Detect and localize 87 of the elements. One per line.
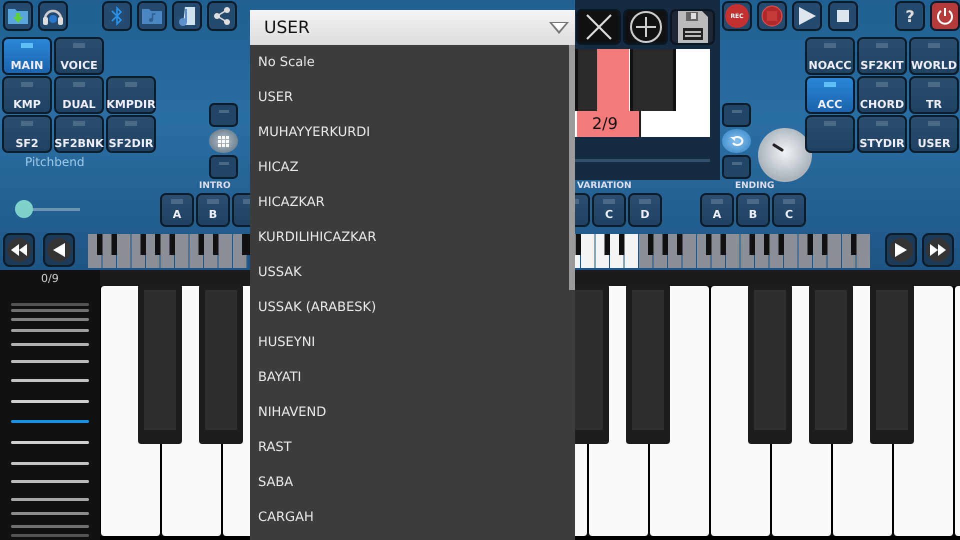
play-icon xyxy=(797,6,817,26)
back-button[interactable] xyxy=(43,233,75,267)
power-icon xyxy=(936,7,954,25)
bank-button[interactable]: MAIN xyxy=(2,37,52,75)
intro-button[interactable]: B xyxy=(196,193,230,227)
music-note-icon xyxy=(177,5,197,27)
dropdown-option[interactable]: MUHAYYERKURDI xyxy=(250,115,568,150)
ending-button[interactable]: B xyxy=(736,193,770,227)
dropdown-option[interactable]: KURDILIHICAZKAR xyxy=(250,220,568,255)
style-button[interactable]: WORLD xyxy=(909,37,959,75)
record-icon xyxy=(761,5,783,27)
share-button[interactable] xyxy=(207,1,237,31)
fast-forward-icon xyxy=(930,244,946,256)
style-button[interactable]: ACC xyxy=(805,76,855,114)
dropdown-option[interactable]: USER xyxy=(250,80,568,115)
audio-button[interactable] xyxy=(38,1,68,31)
intro-button[interactable]: A xyxy=(160,193,194,227)
rewind-icon xyxy=(11,244,27,256)
rewind-button[interactable] xyxy=(3,233,35,267)
minus-button[interactable] xyxy=(722,155,751,179)
ending-button[interactable]: C xyxy=(772,193,806,227)
chord-label: 2/9 xyxy=(592,114,618,133)
style-button[interactable]: STYDIR xyxy=(857,115,907,153)
plus-button[interactable] xyxy=(722,103,751,127)
bank-button[interactable]: SF2 xyxy=(2,115,52,153)
bank-button[interactable]: SF2BNK xyxy=(54,115,104,153)
bank-button[interactable]: SF2DIR xyxy=(106,115,156,153)
scale-dropdown[interactable]: USER xyxy=(250,10,575,45)
dropdown-option[interactable]: BAYATI xyxy=(250,360,568,395)
dropdown-caret-icon xyxy=(549,22,569,34)
music-file-button[interactable] xyxy=(172,1,202,31)
play-button[interactable] xyxy=(792,1,822,31)
dropdown-option[interactable]: No Scale xyxy=(250,45,568,80)
grid-icon xyxy=(218,136,229,146)
style-button[interactable]: SF2KIT xyxy=(857,37,907,75)
dropdown-value: USER xyxy=(264,18,310,38)
save-button[interactable] xyxy=(670,9,715,45)
add-icon xyxy=(628,10,662,44)
dropdown-option[interactable]: USSAK xyxy=(250,255,568,290)
close-icon xyxy=(584,12,614,42)
stop-icon xyxy=(837,10,849,22)
left-arrow-icon xyxy=(53,243,65,257)
section-label: INTRO xyxy=(199,181,231,191)
style-button[interactable]: TR xyxy=(909,76,959,114)
dropdown-option[interactable]: HUSEYNI xyxy=(250,325,568,360)
dropdown-option[interactable]: RAST xyxy=(250,430,568,465)
fast-forward-button[interactable] xyxy=(922,233,954,267)
volume-knob[interactable] xyxy=(757,127,813,183)
folder-download-icon xyxy=(7,6,29,26)
style-button[interactable]: USER xyxy=(909,115,959,153)
bank-button[interactable]: KMP xyxy=(2,76,52,114)
add-button[interactable] xyxy=(623,9,668,45)
bank-button[interactable]: DUAL xyxy=(54,76,104,114)
style-button[interactable]: CHORD xyxy=(857,76,907,114)
import-button[interactable] xyxy=(3,1,33,31)
save-icon xyxy=(676,10,708,44)
octave-label: 0/9 xyxy=(41,272,59,285)
dropdown-option[interactable]: SABA xyxy=(250,465,568,500)
pitchbend-label: Pitchbend xyxy=(25,155,84,169)
section-label: ENDING xyxy=(735,181,774,191)
section-label: VARIATION xyxy=(577,181,632,191)
record-stop-button[interactable] xyxy=(757,1,787,31)
style-button[interactable]: NOACC xyxy=(805,37,855,75)
bank-button[interactable]: KMPDIR xyxy=(106,76,156,114)
close-button[interactable] xyxy=(576,9,621,45)
forward-button[interactable] xyxy=(885,233,917,267)
dropdown-option[interactable]: CARGAH xyxy=(250,500,568,535)
bluetooth-icon xyxy=(111,6,123,26)
bluetooth-button[interactable] xyxy=(102,1,132,31)
variation-button[interactable]: D xyxy=(628,193,662,227)
reload-icon xyxy=(730,135,744,147)
music-folder-button[interactable] xyxy=(137,1,167,31)
up-button[interactable] xyxy=(209,103,238,127)
dropdown-option[interactable]: HICAZ xyxy=(250,150,568,185)
down-button[interactable] xyxy=(209,155,238,179)
stop-button[interactable] xyxy=(828,1,858,31)
dropdown-option[interactable]: USSAK (ARABESK) xyxy=(250,290,568,325)
bank-button[interactable]: VOICE xyxy=(54,37,104,75)
music-folder-icon xyxy=(141,6,163,26)
dropdown-option[interactable]: NIHAVEND xyxy=(250,395,568,430)
power-button[interactable] xyxy=(930,1,960,31)
right-arrow-icon xyxy=(895,243,907,257)
variation-button[interactable]: C xyxy=(592,193,626,227)
help-button[interactable]: ? xyxy=(895,1,925,31)
dropdown-option[interactable]: HICAZKAR xyxy=(250,185,568,220)
ending-button[interactable]: A xyxy=(700,193,734,227)
share-icon xyxy=(212,6,232,26)
